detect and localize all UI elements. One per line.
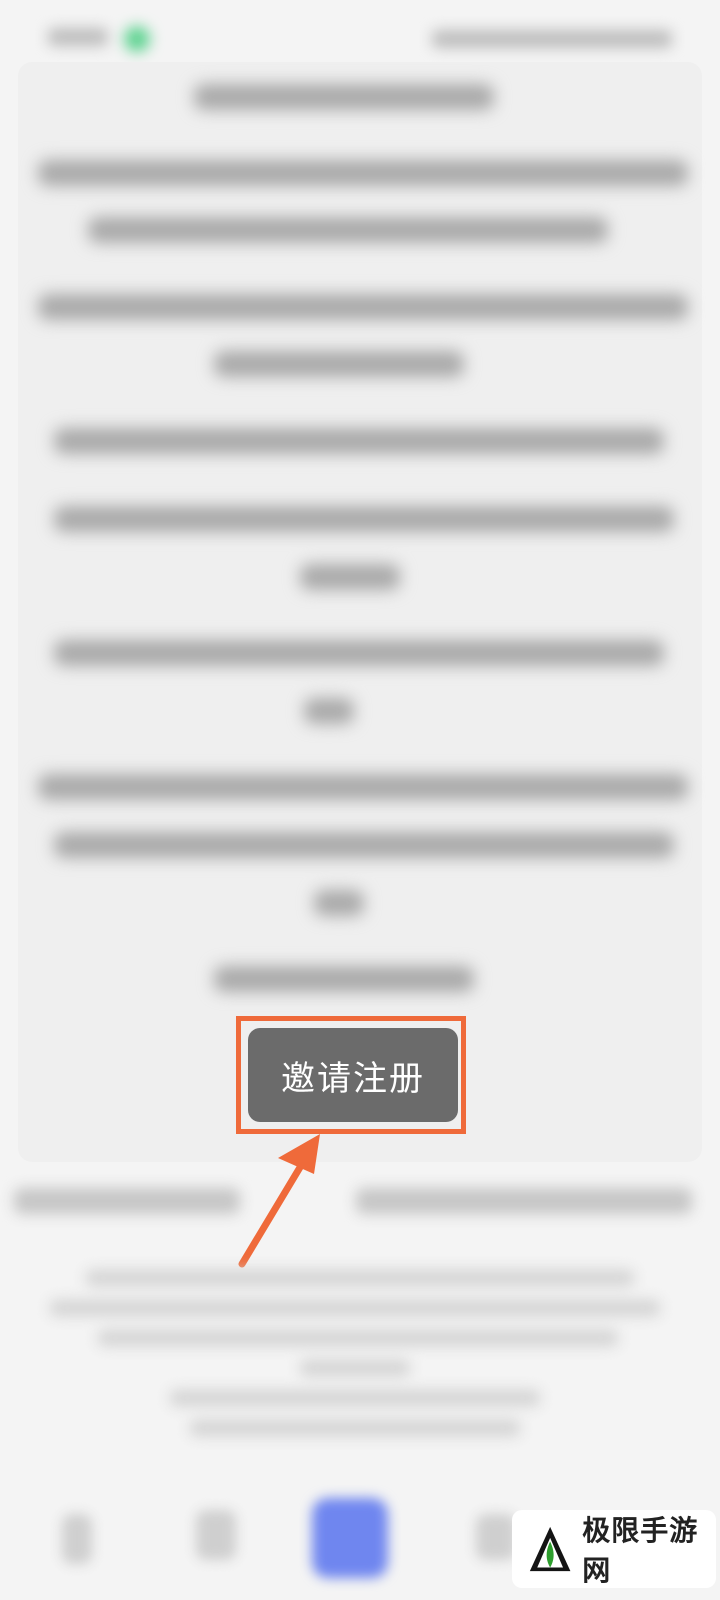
- back-icon[interactable]: [62, 1514, 92, 1564]
- invite-message-card: [18, 62, 702, 1162]
- main-action-icon[interactable]: [312, 1498, 388, 1578]
- watermark-logo-icon: [529, 1526, 571, 1572]
- site-watermark: 极限手游网: [512, 1510, 716, 1588]
- profile-icon[interactable]: [476, 1514, 516, 1560]
- footer-link-right[interactable]: [356, 1188, 692, 1214]
- status-time: [48, 28, 108, 46]
- footer-links: [0, 1170, 720, 1230]
- footer-disclaimer: [0, 1260, 720, 1460]
- footer-link-left[interactable]: [14, 1188, 240, 1214]
- status-dot-icon: [124, 26, 150, 52]
- status-bar: [0, 0, 720, 60]
- invite-register-button[interactable]: 邀请注册: [248, 1028, 458, 1122]
- pen-icon[interactable]: [196, 1510, 236, 1560]
- status-icons: [432, 30, 672, 48]
- watermark-text: 极限手游网: [582, 1514, 699, 1587]
- blurred-message-text: [18, 62, 702, 1072]
